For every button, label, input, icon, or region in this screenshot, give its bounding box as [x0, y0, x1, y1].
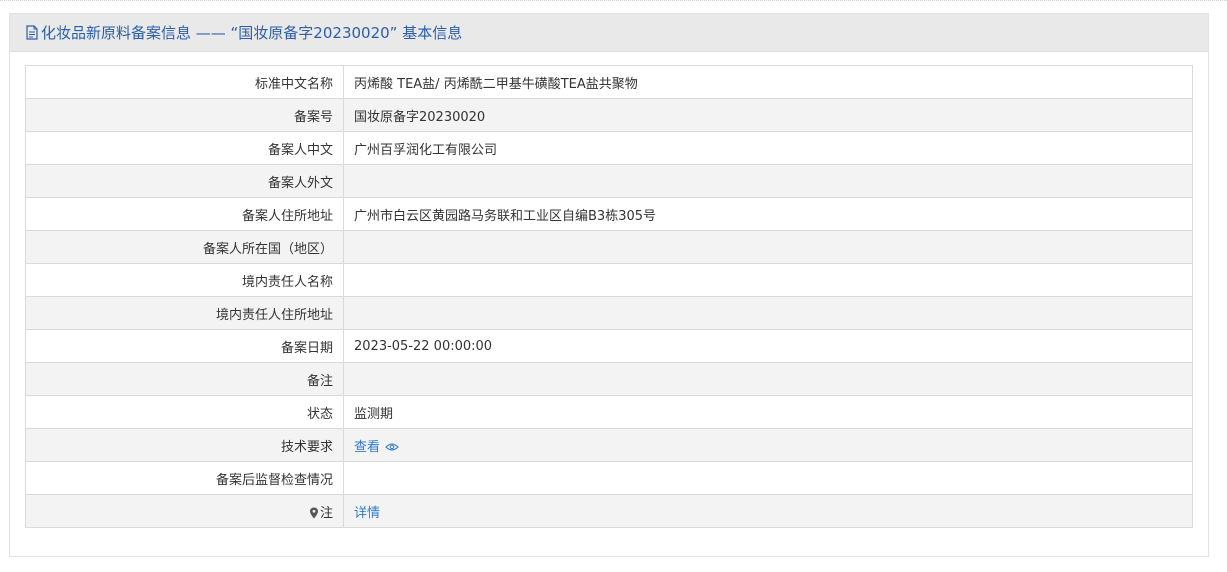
top-dotted-divider — [0, 0, 1227, 3]
table-row: 境内责任人住所地址 — [25, 296, 1193, 330]
row-value — [343, 164, 1193, 198]
table-row: 备案号 国妆原备字20230020 — [25, 98, 1193, 132]
page-title: 化妆品新原料备案信息 —— “国妆原备字20230020” 基本信息 — [41, 24, 463, 42]
row-value: 广州市白云区黄园路马务联和工业区自编B3栋305号 — [343, 197, 1193, 231]
view-tech-requirements-link[interactable]: 查看 — [354, 440, 399, 455]
row-label: 备案号 — [25, 98, 344, 132]
row-value — [343, 461, 1193, 495]
info-table: 标准中文名称 丙烯酸 TEA盐/ 丙烯酰二甲基牛磺酸TEA盐共聚物 备案号 国妆… — [25, 65, 1193, 528]
table-row: 备案人所在国（地区） — [25, 230, 1193, 264]
row-label: 标准中文名称 — [25, 65, 344, 99]
row-value: 监测期 — [343, 395, 1193, 429]
row-value — [343, 296, 1193, 330]
table-row: 备案日期 2023-05-22 00:00:00 — [25, 329, 1193, 363]
row-value — [343, 362, 1193, 396]
row-label: 状态 — [25, 395, 344, 429]
row-label: 境内责任人名称 — [25, 263, 344, 297]
row-value — [343, 230, 1193, 264]
table-row: 备案人外文 — [25, 164, 1193, 198]
panel-header: 化妆品新原料备案信息 —— “国妆原备字20230020” 基本信息 — [10, 14, 1208, 52]
table-row: 备注 — [25, 362, 1193, 396]
row-label: 备案人外文 — [25, 164, 344, 198]
document-icon — [26, 25, 38, 40]
row-label: 备案后监督检查情况 — [25, 461, 344, 495]
table-row: 技术要求 查看 — [25, 428, 1193, 462]
info-panel: 化妆品新原料备案信息 —— “国妆原备字20230020” 基本信息 标准中文名… — [9, 13, 1209, 557]
row-label: 备案人中文 — [25, 131, 344, 165]
row-label: 备案人所在国（地区） — [25, 230, 344, 264]
table-row: 状态 监测期 — [25, 395, 1193, 429]
table-row: 备案人住所地址 广州市白云区黄园路马务联和工业区自编B3栋305号 — [25, 197, 1193, 231]
row-value: 国妆原备字20230020 — [343, 98, 1193, 132]
details-link[interactable]: 详情 — [354, 506, 380, 521]
row-value: 丙烯酸 TEA盐/ 丙烯酰二甲基牛磺酸TEA盐共聚物 — [343, 65, 1193, 99]
row-label-note: 注 — [25, 494, 344, 528]
row-label: 境内责任人住所地址 — [25, 296, 344, 330]
row-value: 广州百孚润化工有限公司 — [343, 131, 1193, 165]
row-label: 技术要求 — [25, 428, 344, 462]
table-row: 境内责任人名称 — [25, 263, 1193, 297]
row-value: 2023-05-22 00:00:00 — [343, 329, 1193, 363]
view-link-label: 查看 — [354, 439, 381, 455]
table-row: 备案后监督检查情况 — [25, 461, 1193, 495]
table-row: 标准中文名称 丙烯酸 TEA盐/ 丙烯酰二甲基牛磺酸TEA盐共聚物 — [25, 65, 1193, 99]
row-label: 备案日期 — [25, 329, 344, 363]
pin-icon — [309, 507, 318, 519]
row-value: 详情 — [343, 494, 1193, 528]
row-value — [343, 263, 1193, 297]
row-value: 查看 — [343, 428, 1193, 462]
eye-icon — [385, 443, 399, 451]
table-row: 备案人中文 广州百孚润化工有限公司 — [25, 131, 1193, 165]
row-label: 备案人住所地址 — [25, 197, 344, 231]
table-row: 注 详情 — [25, 494, 1193, 528]
note-label: 注 — [319, 505, 333, 521]
row-label: 备注 — [25, 362, 344, 396]
